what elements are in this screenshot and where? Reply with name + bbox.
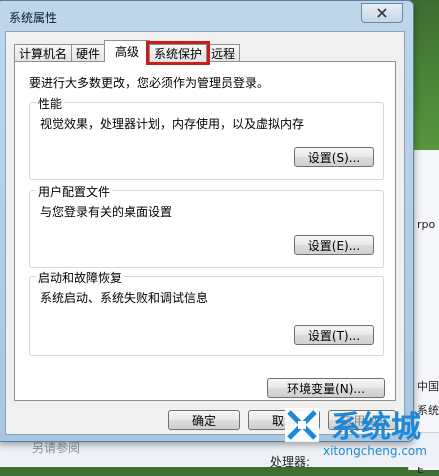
button-label: 设置(T)... bbox=[307, 328, 361, 343]
tab-computer-name[interactable]: 计算机名 bbox=[14, 44, 73, 62]
system-properties-dialog: 系统属性 计算机名 硬件 高级 系统保护 远程 要进行大多数更改，您必须作为管理… bbox=[0, 0, 414, 442]
button-label: 设置(S)... bbox=[307, 150, 361, 165]
performance-description: 视觉效果，处理器计划，内存使用，以及虚拟内存 bbox=[40, 117, 305, 131]
background-text: rpo bbox=[417, 218, 436, 231]
tab-label: 远程 bbox=[211, 47, 236, 61]
performance-settings-button[interactable]: 设置(S)... bbox=[294, 147, 374, 167]
dialog-title: 系统属性 bbox=[9, 11, 58, 25]
button-label: 环境变量(N)... bbox=[287, 381, 365, 396]
startup-recovery-label: 启动和故障恢复 bbox=[36, 269, 125, 286]
watermark-url: xitongcheng.com bbox=[323, 444, 427, 458]
tab-system-protection[interactable]: 系统保护 bbox=[146, 41, 211, 65]
watermark-text: 系统城 bbox=[331, 410, 421, 445]
close-icon bbox=[377, 8, 387, 18]
dialog-client: 计算机名 硬件 高级 系统保护 远程 要进行大多数更改，您必须作为管理员登录。 … bbox=[5, 31, 405, 435]
watermark: 系统城 xitongcheng.com bbox=[277, 400, 439, 462]
tab-page-advanced: 要进行大多数更改，您必须作为管理员登录。 性能 视觉效果，处理器计划，内存使用，… bbox=[14, 61, 396, 401]
user-profiles-group: 用户配置文件 与您登录有关的桌面设置 设置(E)... bbox=[29, 183, 384, 268]
background-text: 中国 bbox=[417, 380, 439, 393]
tab-remote[interactable]: 远程 bbox=[206, 44, 241, 62]
ok-button[interactable]: 确定 bbox=[168, 410, 240, 430]
performance-group: 性能 视觉效果，处理器计划，内存使用，以及虚拟内存 设置(S)... bbox=[29, 95, 384, 180]
tab-label: 系统保护 bbox=[154, 47, 203, 61]
performance-label: 性能 bbox=[36, 95, 65, 112]
tab-advanced[interactable]: 高级 bbox=[104, 40, 151, 62]
button-label: 设置(E)... bbox=[307, 238, 361, 253]
tab-label: 计算机名 bbox=[19, 47, 68, 61]
tab-label: 高级 bbox=[115, 45, 140, 59]
user-profiles-description: 与您登录有关的桌面设置 bbox=[40, 205, 173, 219]
tab-label: 硬件 bbox=[76, 47, 101, 61]
close-button[interactable] bbox=[361, 3, 403, 23]
environment-variables-button[interactable]: 环境变量(N)... bbox=[267, 378, 385, 398]
startup-recovery-settings-button[interactable]: 设置(T)... bbox=[294, 325, 374, 345]
startup-recovery-group: 启动和故障恢复 系统启动、系统失败和调试信息 设置(T)... bbox=[29, 269, 384, 356]
admin-note: 要进行大多数更改，您必须作为管理员登录。 bbox=[29, 76, 270, 90]
tab-hardware[interactable]: 硬件 bbox=[71, 44, 106, 62]
title-bar[interactable]: 系统属性 bbox=[0, 1, 413, 31]
site-logo-icon bbox=[285, 408, 319, 442]
tab-strip: 计算机名 硬件 高级 系统保护 远程 bbox=[14, 40, 241, 65]
startup-recovery-description: 系统启动、系统失败和调试信息 bbox=[40, 291, 209, 305]
user-profiles-label: 用户配置文件 bbox=[36, 183, 113, 200]
button-label: 确定 bbox=[191, 413, 216, 428]
user-profiles-settings-button[interactable]: 设置(E)... bbox=[294, 235, 374, 255]
